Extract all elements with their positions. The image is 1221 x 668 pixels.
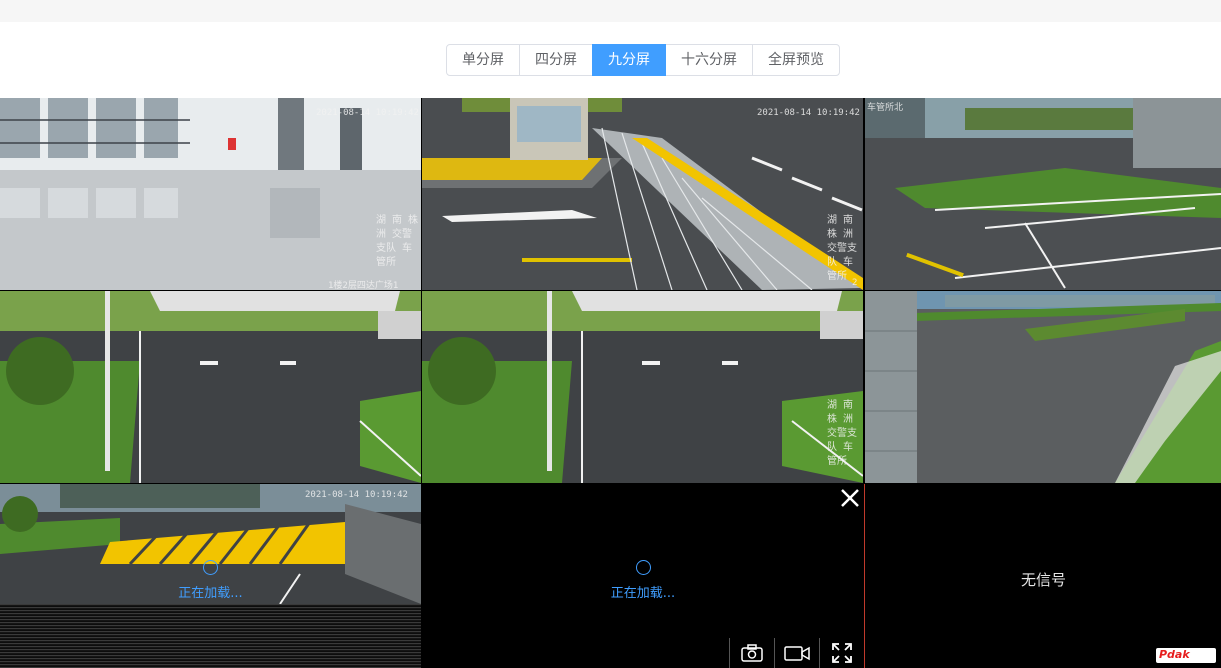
spinner-icon: [203, 560, 218, 575]
video-cell-6[interactable]: [865, 291, 1221, 483]
camera-feed-2: [422, 98, 863, 290]
video-cell-9[interactable]: 无信号: [866, 484, 1221, 668]
fullscreen-icon[interactable]: [819, 638, 864, 668]
loading-text: 正在加载...: [610, 586, 676, 601]
osd-label: 2: [852, 278, 858, 288]
close-icon[interactable]: [836, 484, 864, 512]
osd-side-text: 湖 南 株 洲 交警支队 车管所: [376, 215, 419, 268]
camera-feed-5: [422, 291, 863, 483]
video-cell-8[interactable]: 正在加载...: [422, 484, 865, 668]
video-icon[interactable]: [774, 638, 819, 668]
video-cell-7[interactable]: 2021-08-14 10:19:42 正在加载...: [0, 484, 421, 668]
no-signal-text: 无信号: [1020, 571, 1066, 589]
spinner-icon: [635, 560, 651, 575]
loading-indicator: 正在加载...: [0, 560, 421, 601]
video-cell-5[interactable]: 湖 南 株 洲 交警支队 车管所: [422, 291, 863, 483]
video-control-bar: [729, 638, 864, 668]
fullscreen-preview-button[interactable]: 全屏预览: [752, 44, 840, 76]
osd-label: 1楼2层四达广场1: [328, 281, 399, 290]
osd-time: 2021-08-14 10:19:42: [757, 108, 860, 118]
video-cell-1[interactable]: 2021-08-14 10:19:42 湖 南 株 洲 交警支队 车管所 1楼2…: [0, 98, 421, 290]
video-cell-3[interactable]: 车管所北: [865, 98, 1221, 290]
camera-icon[interactable]: [729, 638, 774, 668]
osd-time: 2021-08-14 10:19:42: [305, 490, 408, 500]
single-split-button[interactable]: 单分屏: [446, 44, 520, 76]
split-mode-toolbar: 单分屏 四分屏 九分屏 十六分屏 全屏预览: [446, 44, 840, 76]
four-split-button[interactable]: 四分屏: [519, 44, 593, 76]
video-cell-2[interactable]: 2021-08-14 10:19:42 湖 南 株 洲 交警支队 车管所 2: [422, 98, 863, 290]
brand-logo: Pdak: [1156, 648, 1216, 663]
sixteen-split-button[interactable]: 十六分屏: [665, 44, 753, 76]
osd-time: 2021-08-14 10:19:42: [316, 108, 419, 118]
camera-feed-6: [865, 291, 1221, 483]
camera-feed-4: [0, 291, 421, 483]
video-cell-4[interactable]: [0, 291, 421, 483]
camera-feed-3: [865, 98, 1221, 290]
nine-split-button[interactable]: 九分屏: [592, 44, 666, 76]
video-grid: 2021-08-14 10:19:42 湖 南 株 洲 交警支队 车管所 1楼2…: [0, 98, 1221, 668]
camera-feed-1: [0, 98, 421, 290]
top-strip: [0, 0, 1221, 22]
loading-text: 正在加载...: [178, 586, 243, 601]
osd-side-text: 湖 南 株 洲 交警支队 车管所: [827, 400, 857, 467]
signal-noise: [0, 604, 421, 668]
loading-indicator: 正在加载...: [422, 560, 864, 601]
osd-title: 车管所北: [867, 103, 904, 113]
osd-side-text: 湖 南 株 洲 交警支队 车管所: [827, 215, 857, 282]
